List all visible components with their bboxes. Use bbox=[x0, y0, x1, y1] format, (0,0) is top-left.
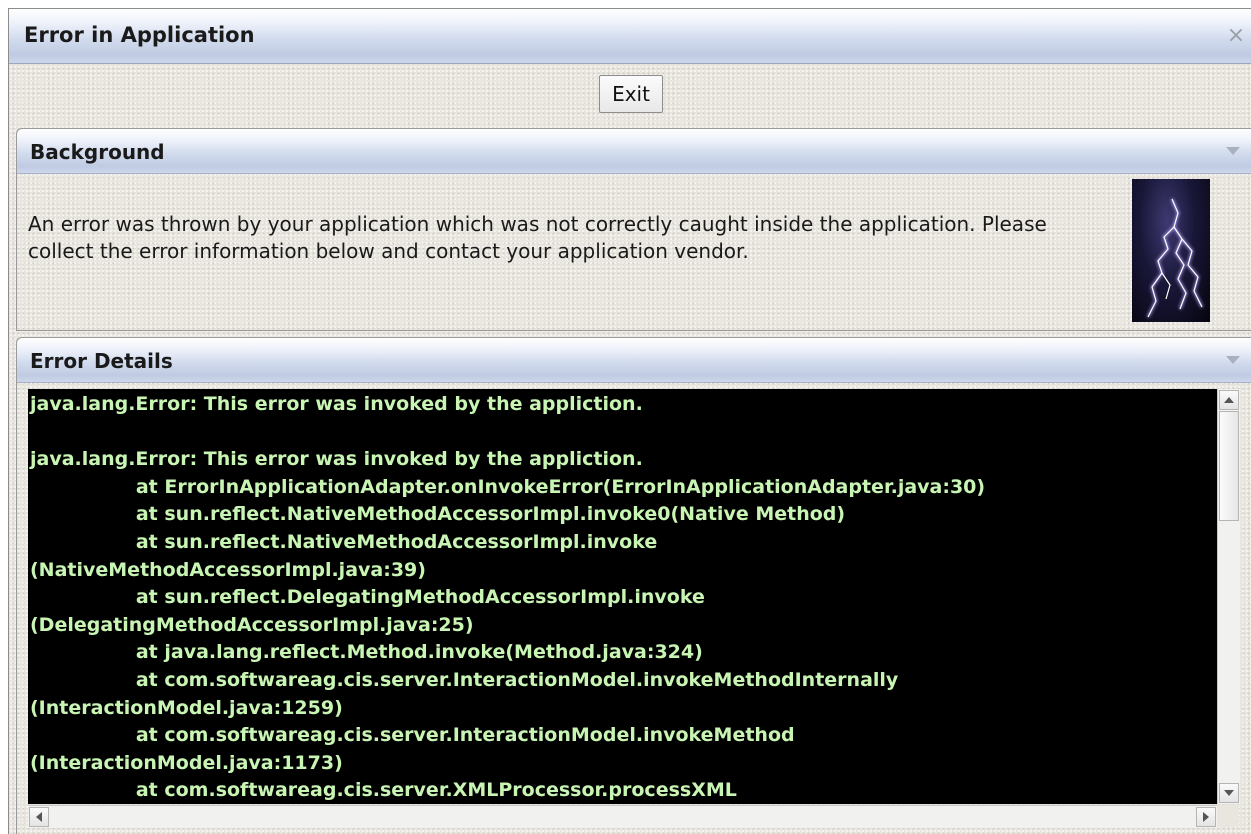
scroll-down-icon[interactable] bbox=[1219, 783, 1239, 803]
scroll-thumb[interactable] bbox=[1219, 411, 1239, 521]
background-panel-title: Background bbox=[30, 140, 165, 164]
lightning-bolt-icon bbox=[1146, 198, 1204, 318]
title-bar: Error in Application × bbox=[9, 9, 1251, 64]
vertical-scrollbar[interactable] bbox=[1217, 389, 1240, 804]
error-details-panel-header[interactable]: Error Details bbox=[17, 338, 1251, 383]
button-row: Exit bbox=[9, 64, 1251, 129]
error-dialog: Error in Application × Exit Background A… bbox=[8, 8, 1251, 834]
close-icon[interactable]: × bbox=[1226, 25, 1246, 47]
lightning-image bbox=[1132, 179, 1210, 322]
background-description: An error was thrown by your application … bbox=[28, 212, 1047, 263]
error-details-panel-title: Error Details bbox=[30, 349, 173, 373]
background-panel: Background An error was thrown by your a… bbox=[16, 128, 1251, 331]
scroll-left-icon[interactable] bbox=[29, 807, 49, 827]
exit-button[interactable]: Exit bbox=[599, 75, 663, 113]
scroll-up-icon[interactable] bbox=[1219, 390, 1239, 410]
scroll-corner bbox=[1217, 805, 1239, 827]
collapse-icon[interactable] bbox=[1226, 356, 1240, 364]
error-trace-area[interactable]: java.lang.Error: This error was invoked … bbox=[28, 389, 1217, 804]
dialog-title: Error in Application bbox=[24, 23, 255, 47]
error-details-panel: Error Details java.lang.Error: This erro… bbox=[16, 337, 1251, 834]
horizontal-scrollbar[interactable] bbox=[28, 805, 1217, 828]
scroll-right-icon[interactable] bbox=[1196, 807, 1216, 827]
background-panel-header[interactable]: Background bbox=[17, 129, 1251, 174]
error-trace-text: java.lang.Error: This error was invoked … bbox=[30, 393, 986, 802]
collapse-icon[interactable] bbox=[1226, 147, 1240, 155]
